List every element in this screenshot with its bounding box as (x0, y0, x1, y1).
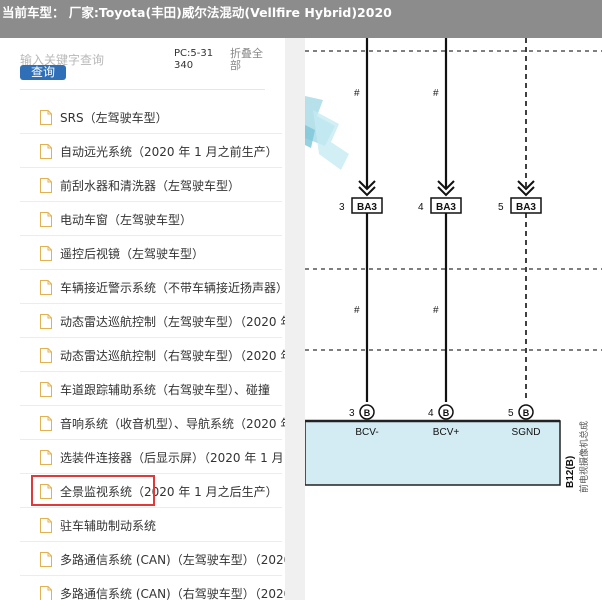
wiring-diagram: # # # # BA3 3 BA3 4 BA3 5 B 3 B 4 B 5 BC… (305, 38, 602, 493)
component-code: B12(B) (565, 456, 576, 488)
document-icon (40, 348, 52, 363)
search-area: 查询 PC:5-31340 折叠全部 (0, 38, 285, 90)
selected-item-highlight (31, 475, 155, 506)
sidebar-panel: 查询 PC:5-31340 折叠全部 SRS（左驾驶车型） 自动远光系统（202… (0, 38, 285, 600)
tree-item-label: 多路通信系统 (CAN)（左驾驶车型）（2020 (60, 553, 285, 567)
tree-item-can-rhd[interactable]: 多路通信系统 (CAN)（右驾驶车型）（2020 (20, 576, 285, 600)
wire-mark: # (433, 305, 439, 316)
search-button[interactable]: 查询 (20, 65, 66, 80)
collapse-all-link[interactable]: 折叠全部 (230, 48, 272, 72)
tree-item-label: 车辆接近警示系统（不带车辆接近扬声器） (60, 281, 285, 295)
document-icon (40, 144, 52, 159)
tree-item-option-connector[interactable]: 选装件连接器（后显示屏）（2020 年 1 月 (20, 440, 284, 474)
document-icon (40, 314, 52, 329)
signal-label: BCV- (355, 427, 378, 438)
tree-item-label: 驻车辅助制动系统 (60, 519, 157, 533)
tree-item-label: 遥控后视镜（左驾驶车型） (60, 247, 205, 261)
component-name: 前电视摄像机总成 (578, 421, 589, 493)
tree-item-label: 车道跟踪辅助系统（右驾驶车型）、碰撞 (60, 383, 271, 397)
wire-mark: # (354, 88, 360, 99)
tree-item-srs[interactable]: SRS（左驾驶车型） (20, 100, 282, 134)
tree-item-remote-mirror[interactable]: 遥控后视镜（左驾驶车型） (20, 236, 282, 270)
tree-item-label: SRS（左驾驶车型） (60, 111, 168, 125)
document-icon (40, 586, 52, 600)
tree-item-label: 动态雷达巡航控制（右驾驶车型）（2020 年 (60, 349, 285, 363)
panel-splitter[interactable]: ↕ (285, 38, 582, 600)
wire-mark: # (354, 305, 360, 316)
tree-item-parking-brake-assist[interactable]: 驻车辅助制动系统 (20, 508, 282, 542)
connector-pin: 5 (498, 202, 504, 213)
document-icon (40, 382, 52, 397)
wiring-diagram-panel[interactable]: # # # # BA3 3 BA3 4 BA3 5 B 3 B 4 B 5 BC… (305, 38, 602, 600)
tree-item-audio-navigation[interactable]: 音响系统（收音机型）、导航系统（2020 年 (20, 406, 285, 440)
tree-item-label: 音响系统（收音机型）、导航系统（2020 年 (60, 417, 285, 431)
tree-item-radar-cruise-rhd[interactable]: 动态雷达巡航控制（右驾驶车型）（2020 年 (20, 338, 285, 372)
document-icon (40, 212, 52, 227)
tree-item-label: 前刮水器和清洗器（左驾驶车型） (60, 179, 241, 193)
connector-pin: 3 (339, 202, 345, 213)
terminal-pin: 5 (508, 408, 514, 419)
document-icon (40, 518, 52, 533)
tree-item-can-lhd[interactable]: 多路通信系统 (CAN)（左驾驶车型）（2020 (20, 542, 285, 576)
terminal-marker-label: B (364, 408, 371, 418)
tree-item-auto-high-beam[interactable]: 自动远光系统（2020 年 1 月之前生产） (20, 134, 282, 168)
partial-component-graphic (305, 96, 349, 170)
connector-pin: 4 (418, 202, 424, 213)
terminal-marker-label: B (443, 408, 450, 418)
connector-name: BA3 (436, 202, 456, 213)
document-icon (40, 280, 52, 295)
signal-label: BCV+ (433, 427, 460, 438)
tree-item-label: 选装件连接器（后显示屏）（2020 年 1 月 (60, 451, 284, 465)
tree-item-approach-warning[interactable]: 车辆接近警示系统（不带车辆接近扬声器） (20, 270, 285, 304)
document-icon (40, 110, 52, 125)
terminal-marker-label: B (523, 408, 530, 418)
document-icon (40, 552, 52, 567)
tree-item-front-wiper-washer[interactable]: 前刮水器和清洗器（左驾驶车型） (20, 168, 282, 202)
tree-item-power-window[interactable]: 电动车窗（左驾驶车型） (20, 202, 282, 236)
connector-name: BA3 (357, 202, 377, 213)
document-icon (40, 450, 52, 465)
tree-item-lane-tracing[interactable]: 车道跟踪辅助系统（右驾驶车型）、碰撞 (20, 372, 282, 406)
search-divider (20, 89, 265, 90)
connector-name: BA3 (516, 202, 536, 213)
tree-item-label: 电动车窗（左驾驶车型） (60, 213, 193, 227)
document-icon (40, 416, 52, 431)
pc-code-label: PC:5-31340 (174, 48, 214, 71)
current-vehicle-title: 当前车型： 厂家:Toyota(丰田)威尔法混动(Vellfire Hybrid… (2, 5, 392, 20)
app-title-bar: 当前车型： 厂家:Toyota(丰田)威尔法混动(Vellfire Hybrid… (0, 0, 602, 38)
document-icon (40, 178, 52, 193)
tree-item-label: 多路通信系统 (CAN)（右驾驶车型）（2020 (60, 587, 285, 600)
tree-item-label: 自动远光系统（2020 年 1 月之前生产） (60, 145, 278, 159)
tree-item-label: 动态雷达巡航控制（左驾驶车型）（2020 年 (60, 315, 285, 329)
terminal-pin: 4 (428, 408, 434, 419)
tree-item-radar-cruise-lhd[interactable]: 动态雷达巡航控制（左驾驶车型）（2020 年 (20, 304, 285, 338)
signal-label: SGND (512, 427, 541, 438)
terminal-pin: 3 (349, 408, 355, 419)
wire-mark: # (433, 88, 439, 99)
document-icon (40, 246, 52, 261)
